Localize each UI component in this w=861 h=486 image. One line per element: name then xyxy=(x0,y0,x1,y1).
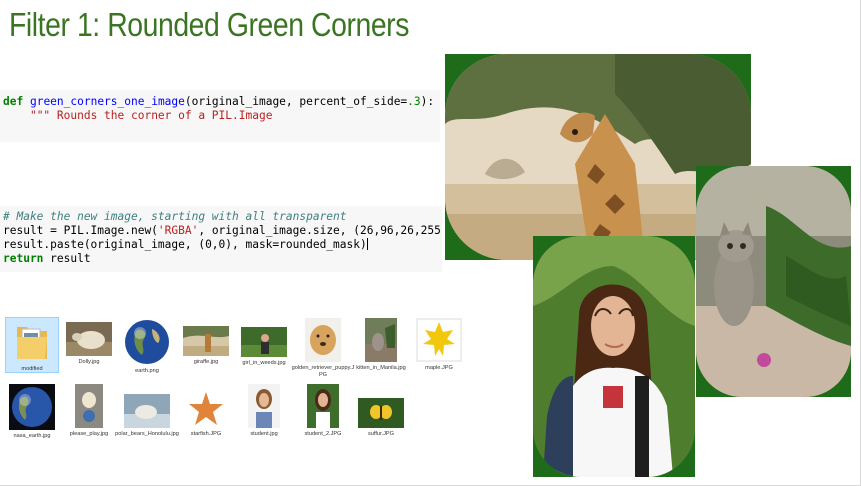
file-name: kitten_in_Manila.jpg xyxy=(356,365,406,371)
file-item-starfish[interactable]: starfish.JPG xyxy=(174,390,238,438)
giraffe-thumbnail-icon xyxy=(183,326,229,356)
student-image xyxy=(533,236,695,477)
file-name: earth.png xyxy=(135,368,159,374)
file-item-student[interactable]: student.jpg xyxy=(232,384,296,438)
code-return-value: result xyxy=(43,252,91,265)
file-name: please_play.jpg xyxy=(69,431,109,437)
student-thumbnail-icon xyxy=(248,384,280,428)
code-cell-function-body[interactable]: # Make the new image, starting with all … xyxy=(0,206,442,272)
file-name: suffur.JPG xyxy=(367,431,394,437)
file-item-suffur[interactable]: suffur.JPG xyxy=(349,398,413,438)
text-cursor xyxy=(366,238,368,250)
slide: Filter 1: Rounded Green Corners def gree… xyxy=(0,0,861,486)
file-name: Dolly.jpg xyxy=(78,359,100,365)
file-item-please-play[interactable]: please_play.jpg xyxy=(57,384,121,438)
file-item-earth[interactable]: earth.png xyxy=(115,319,179,375)
file-name: girl_in_weeds.jpg xyxy=(242,360,286,366)
code-comment: # Make the new image, starting with all … xyxy=(3,210,347,223)
file-item-nasa-earth[interactable]: nasa_earth.jpg xyxy=(0,384,64,440)
file-name: student_2.JPG xyxy=(304,431,342,437)
file-name: nasa_earth.jpg xyxy=(13,433,51,439)
file-item-kitten[interactable]: kitten_in_Manila.jpg xyxy=(349,318,413,372)
student-thumbnail-icon xyxy=(307,384,339,428)
globe-thumbnail-icon xyxy=(125,320,169,364)
code-args: (original_image, percent_of_side= xyxy=(184,95,408,108)
code-args-end: ): xyxy=(420,95,435,108)
code-number: .3 xyxy=(407,95,421,108)
code-string-rgba: 'RGBA' xyxy=(157,224,199,237)
starfish-thumbnail-icon xyxy=(186,390,226,428)
globe-thumbnail-icon xyxy=(9,384,55,430)
girl-thumbnail-icon xyxy=(241,327,287,357)
code-cell-function-def[interactable]: def green_corners_one_image(original_ima… xyxy=(0,90,440,142)
file-name: starfish.JPG xyxy=(190,431,222,437)
polar-bear-thumbnail-icon xyxy=(124,394,170,428)
file-name: modified xyxy=(21,366,43,372)
file-item-girl-in-weeds[interactable]: girl_in_weeds.jpg xyxy=(232,327,296,367)
file-item-giraffe[interactable]: giraffe.jpg xyxy=(174,326,238,366)
file-name: polar_bears_Honolulu.jpg xyxy=(115,431,179,437)
file-name: giraffe.jpg xyxy=(193,359,219,365)
kitten-rounded-result-image xyxy=(696,166,851,397)
code-line-new-image: result = PIL.Image.new( xyxy=(3,224,158,237)
kitten-thumbnail-icon xyxy=(365,318,397,362)
slide-title: Filter 1: Rounded Green Corners xyxy=(9,6,409,43)
dog-thumbnail-icon xyxy=(75,384,103,428)
file-item-maple[interactable]: maple.JPG xyxy=(407,318,471,372)
file-item-student-2[interactable]: student_2.JPG xyxy=(291,384,355,438)
dog-thumbnail-icon xyxy=(305,318,341,362)
file-item-polar-bears[interactable]: polar_bears_Honolulu.jpg xyxy=(115,394,179,438)
code-keyword: def xyxy=(3,95,24,108)
code-function-name: green_corners_one_image xyxy=(29,95,185,108)
file-name: student.jpg xyxy=(250,431,278,437)
maple-leaf-thumbnail-icon xyxy=(416,318,462,362)
kitten-image xyxy=(696,166,851,397)
file-name: maple.JPG xyxy=(425,365,453,371)
file-item-golden-retriever[interactable]: golden_retriever_puppy.JPG xyxy=(291,318,355,379)
file-item-modified[interactable]: modified xyxy=(0,317,64,373)
student-rounded-result-image xyxy=(533,236,695,477)
folder-icon xyxy=(17,327,47,359)
sheep-thumbnail-icon xyxy=(66,322,112,356)
code-line-paste: result.paste(original_image, (0,0), mask… xyxy=(3,238,367,251)
file-name: golden_retriever_puppy.JPG xyxy=(291,365,355,378)
file-item-dolly[interactable]: Dolly.jpg xyxy=(57,322,121,366)
code-line-new-image-args: , original_image.size, (26,96,26,255)) xyxy=(198,224,442,237)
file-selection-highlight: modified xyxy=(5,317,59,373)
butterfly-thumbnail-icon xyxy=(358,398,404,428)
code-docstring: """ Rounds the corner of a PIL.Image xyxy=(29,109,273,122)
code-keyword-return: return xyxy=(3,252,44,265)
